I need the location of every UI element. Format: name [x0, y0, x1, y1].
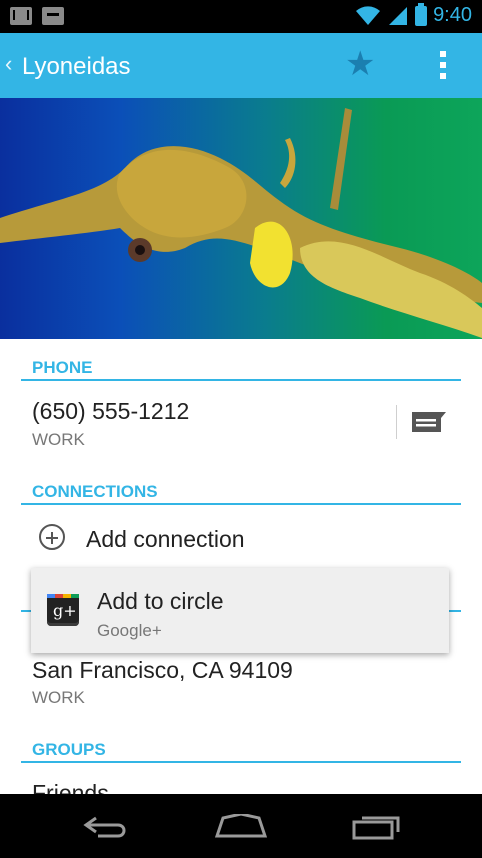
- address-type-label: WORK: [32, 688, 85, 707]
- phone-type-label: WORK: [32, 430, 85, 449]
- navigation-bar: [0, 794, 482, 858]
- chat-icon: [42, 7, 64, 25]
- status-time: 9:40: [433, 4, 472, 26]
- google-plus-label: Google+: [97, 621, 162, 640]
- phone-number[interactable]: (650) 555-1212: [32, 398, 189, 425]
- recent-apps-icon[interactable]: [352, 814, 402, 840]
- phone-section-header: PHONE: [21, 346, 461, 381]
- connections-section-header: CONNECTIONS: [21, 470, 461, 505]
- add-connection-icon[interactable]: [39, 524, 65, 550]
- up-navigation-icon[interactable]: ‹: [5, 51, 12, 77]
- address-value[interactable]: San Francisco, CA 94109: [32, 657, 293, 684]
- back-icon[interactable]: [82, 814, 130, 840]
- action-bar: ‹ Lyoneidas ★: [0, 33, 482, 98]
- add-to-circle-label[interactable]: Add to circle: [97, 588, 224, 615]
- groups-section-header: GROUPS: [21, 728, 461, 763]
- star-icon[interactable]: ★: [345, 47, 375, 81]
- gmail-icon: [10, 7, 32, 25]
- add-to-circle-popup[interactable]: g+ Add to circle Google+: [31, 568, 449, 653]
- contact-name-title[interactable]: Lyoneidas: [22, 53, 131, 81]
- google-plus-icon: g+: [47, 594, 79, 626]
- home-icon[interactable]: [215, 814, 267, 840]
- message-icon[interactable]: [412, 412, 446, 434]
- add-connection-button[interactable]: Add connection: [86, 526, 245, 553]
- overflow-menu-icon[interactable]: [438, 51, 448, 84]
- battery-icon: [415, 2, 428, 26]
- signal-icon: [389, 6, 408, 25]
- status-bar: 9:40: [0, 0, 482, 33]
- contact-photo: [0, 98, 482, 339]
- wifi-icon: [356, 5, 381, 25]
- phone-action-divider: [396, 405, 397, 439]
